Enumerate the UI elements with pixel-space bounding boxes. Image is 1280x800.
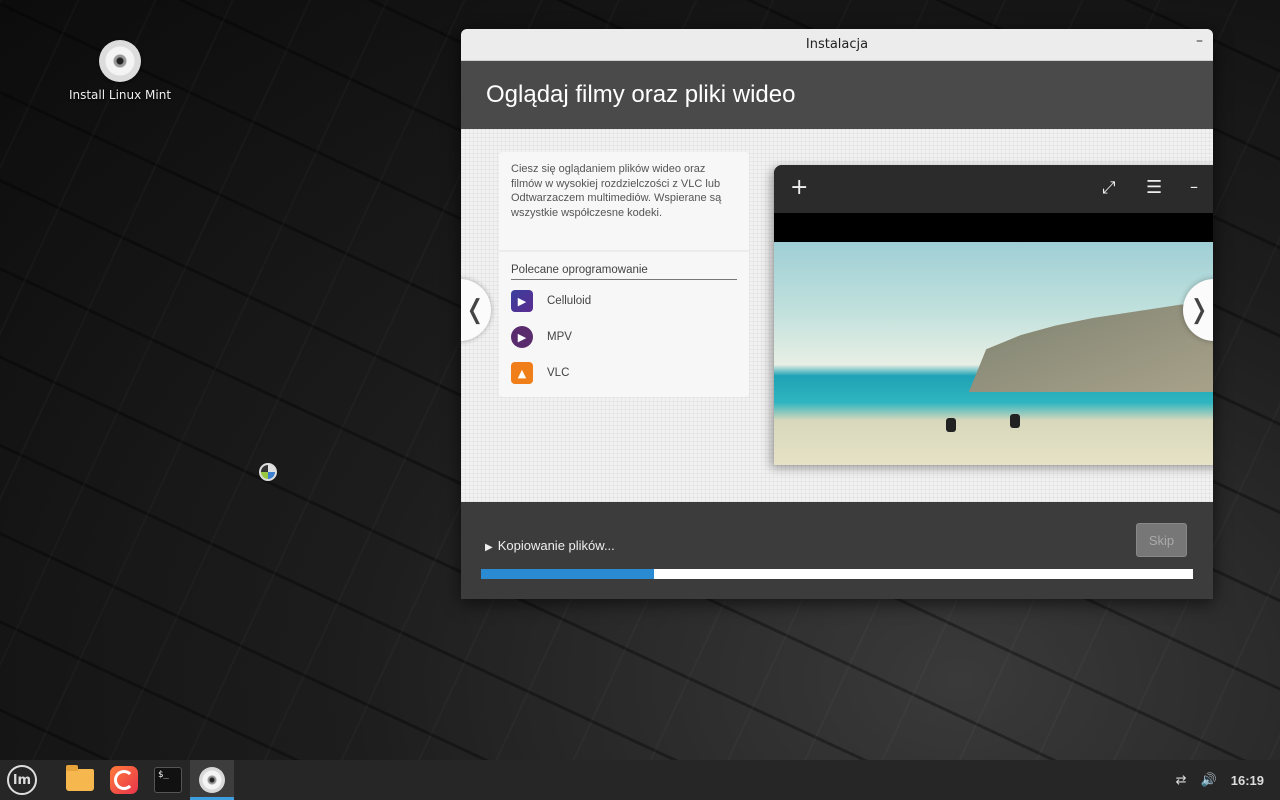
video-player-screenshot: + ⤢ ☰ – bbox=[774, 165, 1213, 465]
busy-cursor-icon bbox=[259, 463, 277, 481]
status-line[interactable]: ▶ Kopiowanie plików... bbox=[485, 538, 615, 553]
desktop-icon-install-linux-mint[interactable]: Install Linux Mint bbox=[60, 40, 180, 102]
app-name: Celluloid bbox=[547, 295, 592, 307]
system-tray: ⇄ 🔊 16:19 bbox=[1162, 773, 1280, 788]
player-headerbar: + ⤢ ☰ – bbox=[774, 165, 1213, 213]
install-progress-bar bbox=[481, 569, 1193, 579]
window-titlebar[interactable]: Instalacja – bbox=[461, 29, 1213, 61]
celluloid-icon: ▶ bbox=[511, 290, 533, 312]
slideshow: Ciesz się oglądaniem plików wideo oraz f… bbox=[461, 129, 1213, 502]
minimize-icon: – bbox=[1190, 177, 1198, 196]
volume-icon[interactable]: 🔊 bbox=[1201, 773, 1217, 788]
network-icon[interactable]: ⇄ bbox=[1176, 773, 1187, 788]
taskbar-installer[interactable] bbox=[190, 760, 234, 800]
app-item-mpv: ▶ MPV bbox=[511, 322, 737, 352]
disc-icon bbox=[199, 767, 225, 793]
taskbar: lm $_ ⇄ 🔊 16:19 bbox=[0, 760, 1280, 800]
folder-icon bbox=[66, 765, 94, 791]
firefox-icon bbox=[110, 766, 138, 794]
minimize-button[interactable]: – bbox=[1196, 33, 1203, 49]
expander-triangle-icon[interactable]: ▶ bbox=[485, 542, 493, 553]
linux-mint-logo-icon: lm bbox=[7, 765, 37, 795]
horse-rider bbox=[946, 418, 956, 432]
terminal-icon: $_ bbox=[154, 767, 182, 793]
slide-header: Oglądaj filmy oraz pliki wideo bbox=[461, 61, 1213, 129]
installer-window: Instalacja – Oglądaj filmy oraz pliki wi… bbox=[461, 29, 1213, 599]
mpv-icon: ▶ bbox=[511, 326, 533, 348]
app-item-vlc: ▲ VLC bbox=[511, 358, 737, 388]
taskbar-terminal[interactable]: $_ bbox=[146, 760, 190, 800]
taskbar-files[interactable] bbox=[58, 760, 102, 800]
letterbox bbox=[774, 213, 1213, 242]
add-icon: + bbox=[790, 175, 809, 200]
menu-icon: ☰ bbox=[1146, 177, 1163, 198]
divider bbox=[499, 250, 749, 252]
recommended-software-title: Polecane oprogramowanie bbox=[511, 264, 737, 280]
slide-description: Ciesz się oglądaniem plików wideo oraz f… bbox=[511, 163, 722, 219]
info-card: Ciesz się oglądaniem plików wideo oraz f… bbox=[499, 152, 749, 397]
slide-title: Oglądaj filmy oraz pliki wideo bbox=[486, 81, 796, 108]
fullscreen-icon: ⤢ bbox=[1102, 178, 1116, 198]
disc-icon bbox=[99, 40, 141, 82]
cliff-shape bbox=[968, 302, 1213, 392]
app-name: VLC bbox=[547, 367, 570, 379]
desktop-icon-label: Install Linux Mint bbox=[68, 88, 172, 102]
window-title: Instalacja bbox=[805, 37, 869, 52]
skip-button[interactable]: Skip bbox=[1136, 523, 1187, 557]
previous-slide-button[interactable]: ❬ bbox=[461, 279, 491, 341]
progress-fill bbox=[481, 569, 655, 579]
horse-rider bbox=[1010, 414, 1020, 428]
vlc-icon: ▲ bbox=[511, 362, 533, 384]
menu-button[interactable]: lm bbox=[0, 760, 44, 800]
app-name: MPV bbox=[547, 331, 572, 343]
taskbar-firefox[interactable] bbox=[102, 760, 146, 800]
video-frame bbox=[774, 242, 1213, 465]
clock[interactable]: 16:19 bbox=[1231, 773, 1264, 788]
status-text: Kopiowanie plików... bbox=[497, 538, 615, 553]
install-footer: ▶ Kopiowanie plików... Skip bbox=[461, 502, 1213, 599]
app-item-celluloid: ▶ Celluloid bbox=[511, 286, 737, 316]
